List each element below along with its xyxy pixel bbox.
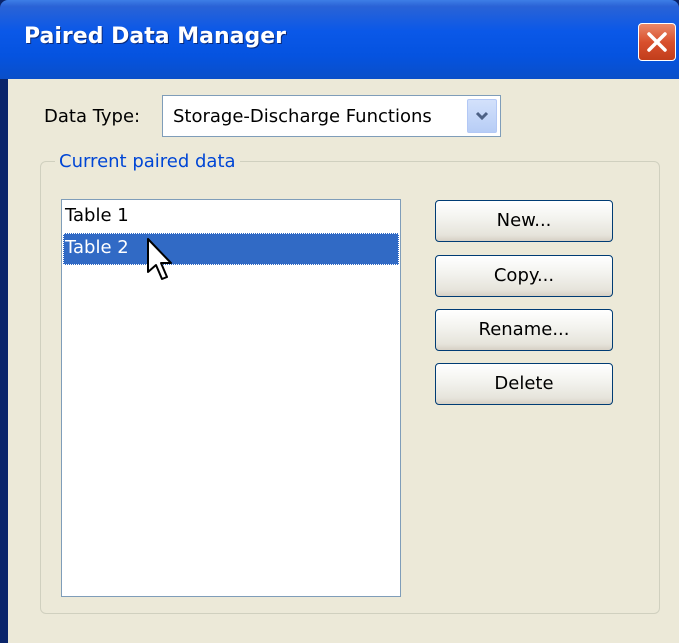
new-button[interactable]: New...: [435, 200, 613, 242]
data-type-label: Data Type:: [44, 106, 141, 127]
list-item-table-1[interactable]: Table 1: [63, 201, 399, 233]
list-item-table-2[interactable]: Table 2: [63, 233, 399, 265]
dialog-body: Data Type: Storage-Discharge Functions C…: [8, 79, 679, 643]
mouse-pointer-icon: [147, 238, 172, 280]
data-type-dropdown[interactable]: Storage-Discharge Functions: [162, 95, 501, 137]
window-title: Paired Data Manager: [24, 24, 286, 49]
chevron-down-icon: [475, 111, 489, 121]
close-button[interactable]: [638, 23, 676, 61]
data-type-value: Storage-Discharge Functions: [173, 106, 432, 127]
copy-button[interactable]: Copy...: [435, 255, 613, 297]
group-label: Current paired data: [55, 151, 240, 172]
dropdown-arrow-button[interactable]: [467, 99, 497, 133]
rename-button[interactable]: Rename...: [435, 309, 613, 351]
title-bar[interactable]: Paired Data Manager: [0, 0, 679, 79]
dialog-window: Paired Data Manager Data Type: Storage-D…: [0, 0, 679, 643]
delete-button[interactable]: Delete: [435, 363, 613, 405]
paired-data-list[interactable]: Table 1 Table 2: [61, 199, 401, 597]
close-icon: [647, 32, 667, 52]
